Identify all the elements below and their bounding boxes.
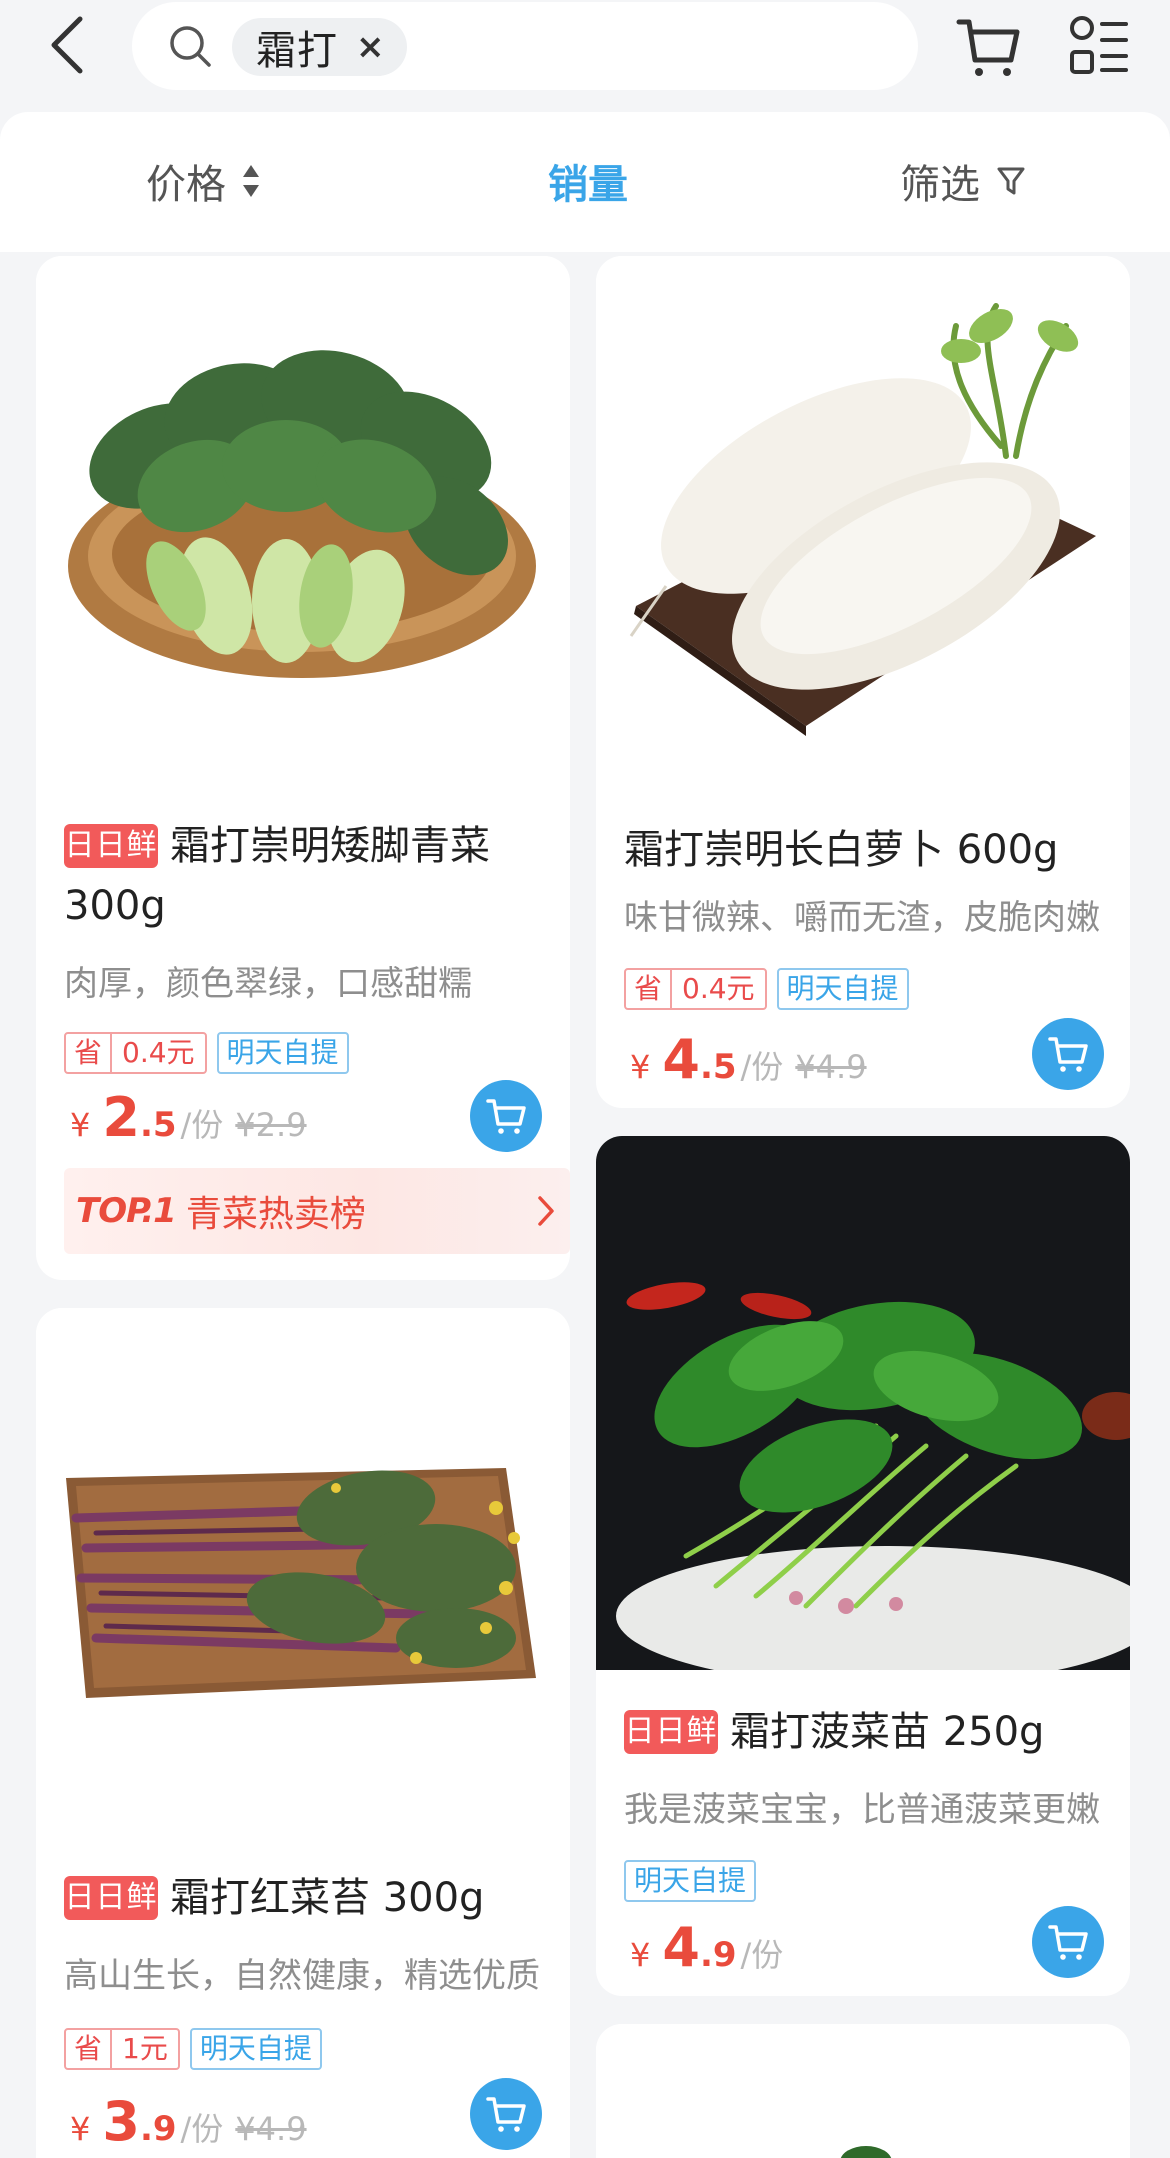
filter-button[interactable]: 筛选 bbox=[900, 152, 1026, 210]
filter-icon bbox=[997, 167, 1025, 195]
price-unit: /份 bbox=[180, 1106, 224, 1144]
search-keyword: 霜打 bbox=[256, 28, 338, 74]
save-tag-label: 省 bbox=[626, 970, 673, 1008]
add-to-cart-button[interactable] bbox=[470, 1080, 542, 1152]
save-tag: 省 0.4元 bbox=[624, 968, 767, 1010]
ranking-banner[interactable]: TOP.1 青菜热卖榜 bbox=[64, 1168, 570, 1254]
product-name: 霜打崇明长白萝卜 600g bbox=[624, 820, 1104, 880]
original-price: ¥2.9 bbox=[235, 1106, 307, 1144]
cart-icon bbox=[1048, 1037, 1088, 1072]
price-decimal: .5 bbox=[699, 1047, 737, 1087]
product-name: 日日鲜 霜打菠菜苗 250g bbox=[624, 1702, 1104, 1762]
rank-position: TOP.1 bbox=[76, 1191, 177, 1231]
pickup-tag: 明天自提 bbox=[189, 2028, 322, 2070]
list-menu-icon bbox=[1070, 15, 1128, 74]
product-image-white-radish bbox=[596, 256, 1130, 786]
product-title: 霜打崇明长白萝卜 600g bbox=[624, 827, 1059, 873]
pickup-tag: 明天自提 bbox=[624, 1860, 757, 1902]
category-menu-button[interactable] bbox=[1066, 14, 1130, 78]
product-title: 霜打红菜苔 300g bbox=[170, 1875, 485, 1921]
product-tags: 明天自提 bbox=[624, 1860, 757, 1902]
price-decimal: .9 bbox=[699, 1935, 737, 1975]
price-decimal: .5 bbox=[139, 1105, 177, 1145]
fresh-daily-badge: 日日鲜 bbox=[64, 824, 158, 868]
clear-keyword-icon[interactable]: × bbox=[356, 30, 385, 64]
price: ¥ 3 .9 /份 ¥4.9 bbox=[70, 2090, 307, 2153]
save-tag-amount: 1元 bbox=[122, 2032, 168, 2065]
filter-label: 筛选 bbox=[900, 162, 980, 208]
pickup-tag: 明天自提 bbox=[776, 968, 909, 1010]
back-button[interactable] bbox=[38, 10, 98, 80]
add-to-cart-button[interactable] bbox=[470, 2078, 542, 2150]
sort-arrows-icon bbox=[243, 165, 259, 197]
cart-icon bbox=[1048, 1925, 1088, 1960]
sort-sales-label: 销量 bbox=[548, 162, 628, 208]
product-image-baby-spinach bbox=[596, 1136, 1130, 1670]
chevron-left-icon bbox=[51, 16, 83, 74]
add-to-cart-button[interactable] bbox=[1032, 1018, 1104, 1090]
product-name: 日日鲜 霜打红菜苔 300g bbox=[64, 1868, 544, 1928]
product-card[interactable]: 霜打崇明长白萝卜 600g 味甘微辣、嚼而无渣，皮脆肉嫩 省 0.4元 明天自提… bbox=[596, 256, 1130, 1108]
price-integer: 3 bbox=[102, 2090, 140, 2153]
price: ¥ 2 .5 /份 ¥2.9 bbox=[70, 1086, 307, 1149]
product-description: 高山生长，自然健康，精选优质 bbox=[64, 1956, 540, 1996]
product-name: 日日鲜 霜打崇明矮脚青菜 300g bbox=[64, 816, 544, 936]
product-tags: 省 1元 明天自提 bbox=[64, 2028, 322, 2070]
price-unit: /份 bbox=[180, 2110, 224, 2148]
add-to-cart-button[interactable] bbox=[1032, 1906, 1104, 1978]
currency-symbol: ¥ bbox=[70, 1106, 91, 1144]
price: ¥ 4 .5 /份 ¥4.9 bbox=[630, 1028, 867, 1091]
search-box[interactable]: 霜打 × bbox=[132, 2, 918, 90]
search-keyword-chip[interactable]: 霜打 × bbox=[232, 18, 407, 76]
cart-button[interactable] bbox=[955, 14, 1021, 80]
sort-by-price[interactable]: 价格 bbox=[146, 152, 260, 210]
currency-symbol: ¥ bbox=[630, 1048, 651, 1086]
pickup-tag: 明天自提 bbox=[216, 1032, 349, 1074]
fresh-daily-badge: 日日鲜 bbox=[64, 1876, 158, 1920]
sort-by-sales[interactable]: 销量 bbox=[548, 152, 628, 210]
price-unit: /份 bbox=[740, 1936, 784, 1974]
product-card[interactable]: 日日鲜 霜打菠菜苗 250g 我是菠菜宝宝，比普通菠菜更嫩 明天自提 ¥ 4 .9… bbox=[596, 1136, 1130, 1996]
product-title: 霜打菠菜苗 250g bbox=[730, 1709, 1045, 1755]
original-price: ¥4.9 bbox=[235, 2110, 307, 2148]
product-tags: 省 0.4元 明天自提 bbox=[624, 968, 909, 1010]
product-image-partial bbox=[596, 2024, 1130, 2158]
price: ¥ 4 .9 /份 bbox=[630, 1916, 783, 1979]
product-card[interactable]: 日日鲜 霜打红菜苔 300g 高山生长，自然健康，精选优质 省 1元 明天自提 ¥… bbox=[36, 1308, 570, 2158]
currency-symbol: ¥ bbox=[70, 2110, 91, 2148]
save-tag-label: 省 bbox=[66, 2030, 113, 2068]
product-card[interactable] bbox=[596, 2024, 1130, 2158]
sort-price-label: 价格 bbox=[146, 162, 226, 208]
price-integer: 4 bbox=[662, 1916, 700, 1979]
product-description: 味甘微辣、嚼而无渣，皮脆肉嫩 bbox=[624, 898, 1100, 938]
cart-icon bbox=[956, 19, 1020, 76]
price-integer: 2 bbox=[102, 1086, 140, 1149]
product-image-bok-choy bbox=[36, 256, 570, 776]
chevron-right-icon bbox=[538, 1196, 554, 1226]
sort-bar: 价格 销量 筛选 bbox=[0, 112, 1170, 252]
top-bar: 霜打 × bbox=[0, 0, 1170, 112]
save-tag-amount: 0.4元 bbox=[122, 1036, 195, 1069]
save-tag-label: 省 bbox=[66, 1034, 113, 1072]
product-description: 我是菠菜宝宝，比普通菠菜更嫩 bbox=[624, 1790, 1100, 1830]
product-tags: 省 0.4元 明天自提 bbox=[64, 1032, 349, 1074]
save-tag-amount: 0.4元 bbox=[682, 972, 755, 1005]
original-price: ¥4.9 bbox=[795, 1048, 867, 1086]
fresh-daily-badge: 日日鲜 bbox=[624, 1710, 718, 1754]
product-image-red-choy-sum bbox=[36, 1308, 570, 1828]
currency-symbol: ¥ bbox=[630, 1936, 651, 1974]
save-tag: 省 0.4元 bbox=[64, 1032, 207, 1074]
product-description: 肉厚，颜色翠绿，口感甜糯 bbox=[64, 964, 472, 1004]
cart-icon bbox=[486, 2097, 526, 2132]
price-unit: /份 bbox=[740, 1048, 784, 1086]
cart-icon bbox=[486, 1099, 526, 1134]
rank-list-name: 青菜热卖榜 bbox=[185, 1194, 366, 1235]
search-icon bbox=[170, 26, 211, 67]
save-tag: 省 1元 bbox=[64, 2028, 180, 2070]
product-card[interactable]: 日日鲜 霜打崇明矮脚青菜 300g 肉厚，颜色翠绿，口感甜糯 省 0.4元 明天自… bbox=[36, 256, 570, 1280]
price-decimal: .9 bbox=[139, 2109, 177, 2149]
price-integer: 4 bbox=[662, 1028, 700, 1091]
